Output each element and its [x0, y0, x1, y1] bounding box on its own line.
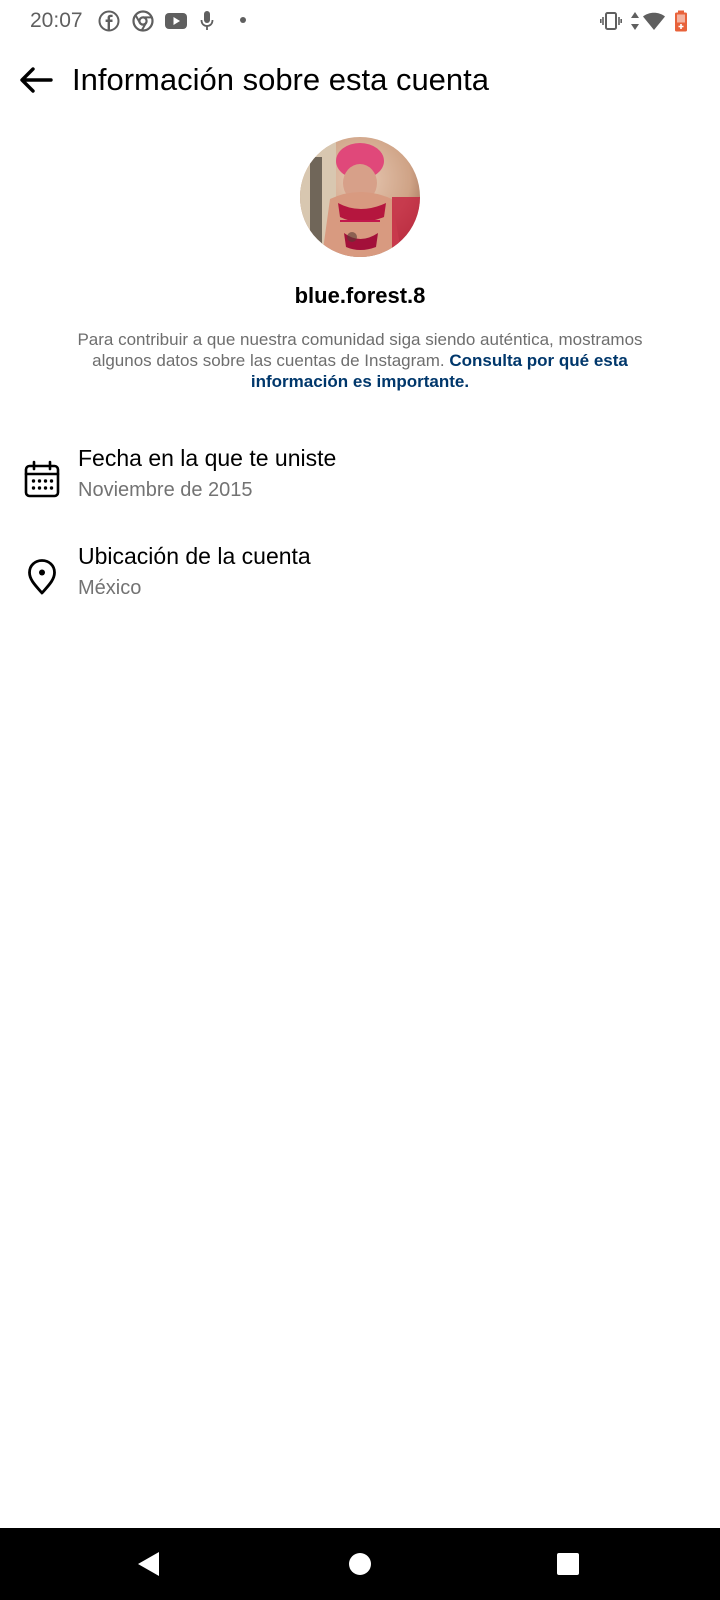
calendar-icon [24, 460, 60, 498]
home-circle-icon [349, 1553, 371, 1575]
app-bar: Información sobre esta cuenta [0, 50, 720, 110]
date-joined-value: Noviembre de 2015 [78, 479, 253, 501]
nav-back-button[interactable] [130, 1546, 166, 1582]
username: blue.forest.8 [294, 283, 426, 308]
date-joined-label: Fecha en la que te uniste [78, 445, 337, 471]
account-location-row: Ubicación de la cuenta México [0, 543, 720, 623]
recents-square-icon [557, 1553, 579, 1575]
account-location-label: Ubicación de la cuenta [78, 543, 311, 569]
profile-photo [300, 137, 420, 257]
nav-recents-button[interactable] [550, 1546, 586, 1582]
location-pin-icon [28, 559, 56, 595]
avatar [300, 137, 420, 257]
battery-icon [675, 10, 687, 32]
microphone-icon [200, 11, 214, 30]
wifi-icon [643, 12, 665, 30]
nav-home-button[interactable] [342, 1546, 378, 1582]
page-title: Información sobre esta cuenta [72, 62, 490, 97]
youtube-icon [165, 13, 187, 29]
chrome-icon [132, 10, 154, 32]
notification-dot [240, 17, 246, 23]
date-joined-row: Fecha en la que te uniste Noviembre de 2… [0, 445, 720, 525]
data-arrows-icon [631, 12, 639, 30]
account-info-description: Para contribuir a que nuestra comunidad … [56, 329, 664, 392]
back-button[interactable] [14, 60, 58, 100]
account-location-value: México [78, 577, 142, 599]
status-time: 20:07 [30, 9, 83, 32]
arrow-left-icon [20, 67, 53, 93]
system-navigation-bar [0, 1528, 720, 1600]
facebook-icon [98, 10, 120, 32]
back-triangle-icon [138, 1552, 159, 1576]
vibrate-icon [600, 12, 622, 30]
status-bar: 20:07 [0, 0, 720, 40]
